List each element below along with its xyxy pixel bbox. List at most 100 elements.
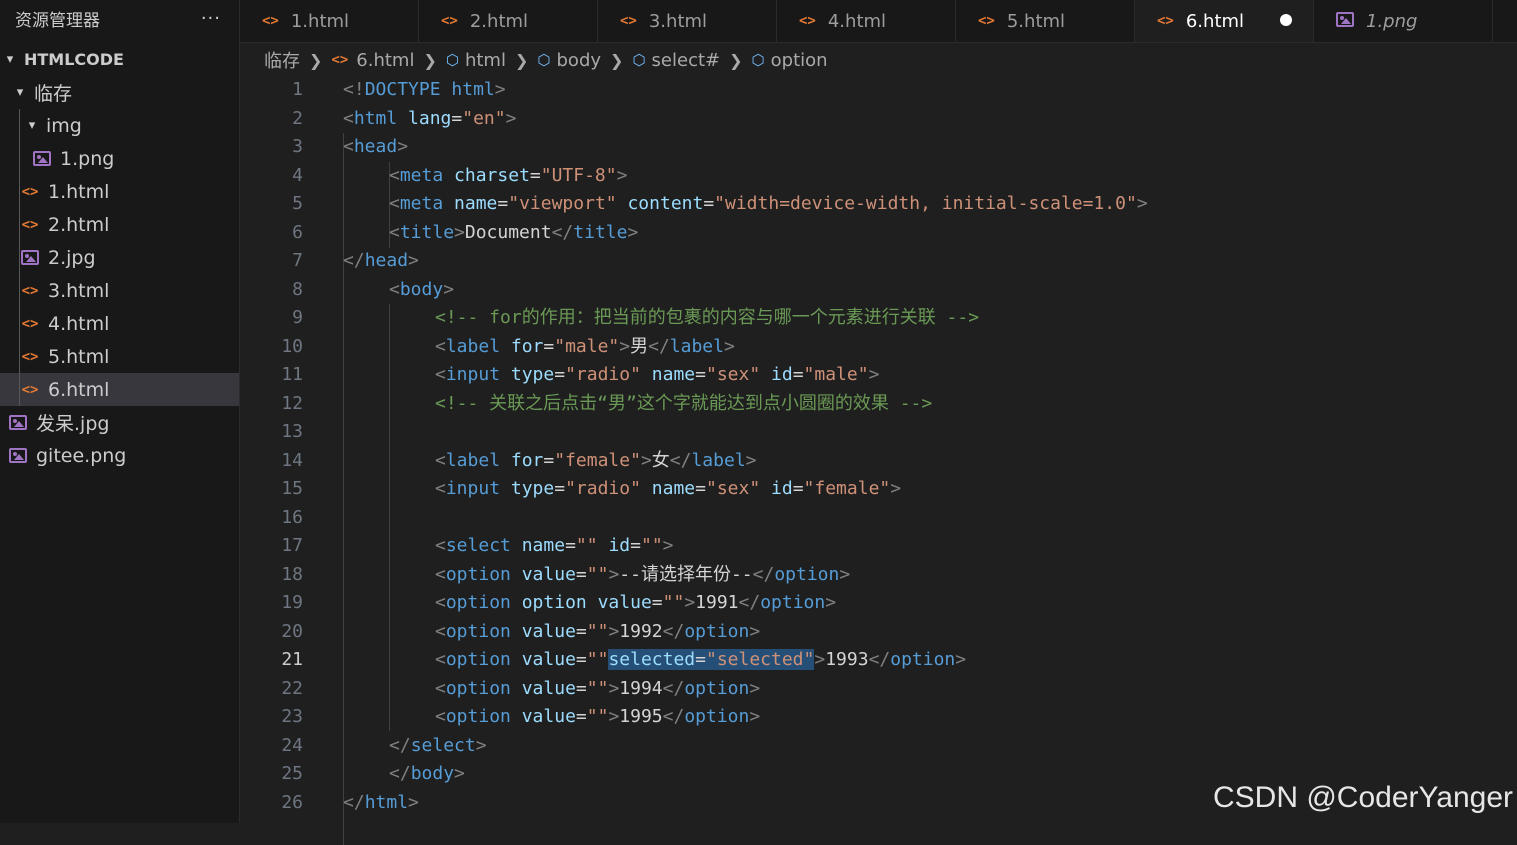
code-line[interactable]: 7 </head>	[240, 247, 1517, 276]
line-number: 4	[292, 164, 303, 186]
tree-folder-linshi[interactable]: ▾ 临存	[0, 76, 239, 109]
code-line[interactable]: 10 <label for="male">男</label>	[240, 333, 1517, 362]
tree-file-1-png[interactable]: 1.png	[0, 142, 239, 175]
code-token: ""	[640, 535, 663, 556]
code-token: "male"	[803, 364, 869, 385]
code-text: <!DOCTYPE html>	[343, 76, 506, 105]
tab-5-html[interactable]: <> 5.html	[956, 0, 1135, 42]
code-line[interactable]: 15 <input type="radio" name="sex" id="fem…	[240, 475, 1517, 504]
tree-file-2-jpg[interactable]: 2.jpg	[0, 241, 239, 274]
code-token: input	[445, 364, 501, 385]
code-line[interactable]: 23 <option value="">1995</option>	[240, 703, 1517, 732]
code-token: >	[749, 620, 761, 642]
workspace-root-label: HTMLCODE	[24, 50, 124, 69]
code-token: >	[408, 791, 419, 813]
breadcrumb-file[interactable]: <> 6.html	[331, 50, 414, 71]
breadcrumb-folder[interactable]: 临存	[264, 47, 300, 73]
code-token: <	[389, 278, 400, 300]
code-editor[interactable]: 1 <!DOCTYPE html> 2 <html lang="en"> 3 <head>…	[240, 76, 1517, 845]
code-text: <!-- 关联之后点击“男”这个字就能达到点小圆圈的效果 -->	[435, 390, 932, 419]
code-line[interactable]: 19 <option option value="">1991</option>	[240, 589, 1517, 618]
tab-3-html[interactable]: <> 3.html	[598, 0, 777, 42]
code-line[interactable]: 16	[240, 504, 1517, 533]
breadcrumb-symbol-html[interactable]: ⬡ html	[446, 50, 506, 71]
code-line[interactable]: 3 <head>	[240, 133, 1517, 162]
line-number: 14	[281, 449, 303, 471]
code-token: "radio"	[565, 478, 641, 499]
code-line[interactable]: 11 <input type="radio" name="sex" id="mal…	[240, 361, 1517, 390]
code-line[interactable]: 22 <option value="">1994</option>	[240, 675, 1517, 704]
tab-6-html[interactable]: <> 6.html	[1135, 0, 1314, 42]
code-line[interactable]: 21 <option value=""selected="selected">19…	[240, 646, 1517, 675]
breadcrumb: 临存 ❯ <> 6.html ❯ ⬡ html ❯ ⬡ body ❯ ⬡ select#…	[264, 46, 828, 74]
line-number: 3	[292, 136, 303, 157]
code-token: type	[510, 478, 555, 499]
tree-indent-guide	[19, 340, 20, 373]
more-actions-icon[interactable]: ···	[201, 8, 221, 29]
code-token: id	[771, 364, 793, 385]
code-token: "sex"	[705, 478, 761, 499]
line-number: 20	[281, 620, 303, 642]
code-line[interactable]: 14 <label for="female">女</label>	[240, 447, 1517, 476]
code-line[interactable]: 4 <meta charset="UTF-8">	[240, 162, 1517, 191]
code-token: <	[435, 620, 446, 642]
code-token: <	[435, 449, 446, 471]
code-line[interactable]: 12 <!-- 关联之后点击“男”这个字就能达到点小圆圈的效果 -->	[240, 390, 1517, 419]
breadcrumb-symbol-select[interactable]: ⬡ select#	[632, 50, 720, 71]
code-token: 女	[651, 449, 670, 471]
code-token: =	[554, 364, 566, 385]
code-text: <!-- for的作用：把当前的包裹的内容与哪一个元素进行关联 -->	[435, 304, 979, 333]
code-token: </	[738, 592, 761, 613]
code-token: =	[543, 449, 555, 471]
code-line[interactable]: 1 <!DOCTYPE html>	[240, 76, 1517, 105]
tree-file-fadai-jpg[interactable]: 发呆.jpg	[0, 406, 239, 439]
chevron-right-icon: ❯	[729, 50, 743, 70]
tree-file-6-html[interactable]: <> 6.html	[0, 373, 239, 406]
html-file-icon: <>	[441, 13, 458, 29]
tree-file-4-html[interactable]: <> 4.html	[0, 307, 239, 340]
code-token: name	[454, 193, 498, 214]
code-token: meta	[399, 193, 444, 214]
breadcrumb-symbol-option[interactable]: ⬡ option	[752, 50, 828, 71]
code-line[interactable]: 17 <select name="" id="">	[240, 532, 1517, 561]
code-line[interactable]: 8 <body>	[240, 276, 1517, 305]
breadcrumb-symbol-body[interactable]: ⬡ body	[537, 50, 601, 71]
tab-label: 6.html	[1185, 10, 1245, 32]
code-token: id	[608, 535, 631, 556]
tree-item-label: 1.html	[48, 180, 110, 203]
code-token: =	[575, 649, 587, 670]
code-line[interactable]: 9 <!-- for的作用：把当前的包裹的内容与哪一个元素进行关联 -->	[240, 304, 1517, 333]
tab-1-html[interactable]: <> 1.html	[240, 0, 419, 42]
tree-folder-img[interactable]: ▾ img	[0, 109, 239, 142]
tab-label: 3.html	[648, 10, 708, 32]
chevron-down-icon: ▾	[16, 85, 24, 100]
line-number: 7	[292, 250, 303, 271]
code-line[interactable]: 2 <html lang="en">	[240, 105, 1517, 134]
tree-file-2-html[interactable]: <> 2.html	[0, 208, 239, 241]
line-number: 16	[281, 506, 303, 528]
tree-file-3-html[interactable]: <> 3.html	[0, 274, 239, 307]
code-text: <input type="radio" name="sex" id="male"…	[435, 361, 879, 390]
tree-file-5-html[interactable]: <> 5.html	[0, 340, 239, 373]
code-line[interactable]: 13	[240, 418, 1517, 447]
tab-4-html[interactable]: <> 4.html	[777, 0, 956, 42]
code-line[interactable]: 20 <option value="">1992</option>	[240, 618, 1517, 647]
code-line[interactable]: 6 <title>Document</title>	[240, 219, 1517, 248]
tab-2-html[interactable]: <> 2.html	[419, 0, 598, 42]
code-line[interactable]: 18 <option value="">--请选择年份--</option>	[240, 561, 1517, 590]
code-line[interactable]: 24 </select>	[240, 732, 1517, 761]
cube-icon: ⬡	[751, 51, 765, 69]
workspace-root[interactable]: ▾ HTMLCODE	[0, 43, 239, 76]
tree-indent-guide	[19, 241, 20, 274]
html-file-icon: <>	[799, 13, 816, 29]
code-token: <	[435, 364, 446, 385]
code-token: </	[662, 706, 685, 727]
tab-1-png-preview[interactable]: 1.png	[1314, 0, 1493, 42]
code-token: <	[389, 221, 400, 243]
code-line[interactable]: 5 <meta name="viewport" content="width=de…	[240, 190, 1517, 219]
explorer-header: 资源管理器 ···	[0, 0, 239, 36]
tree-file-gitee-png[interactable]: gitee.png	[0, 439, 239, 472]
unsaved-dot-icon[interactable]	[1280, 14, 1292, 26]
tree-file-1-html[interactable]: <> 1.html	[0, 175, 239, 208]
code-token: input	[445, 478, 501, 499]
